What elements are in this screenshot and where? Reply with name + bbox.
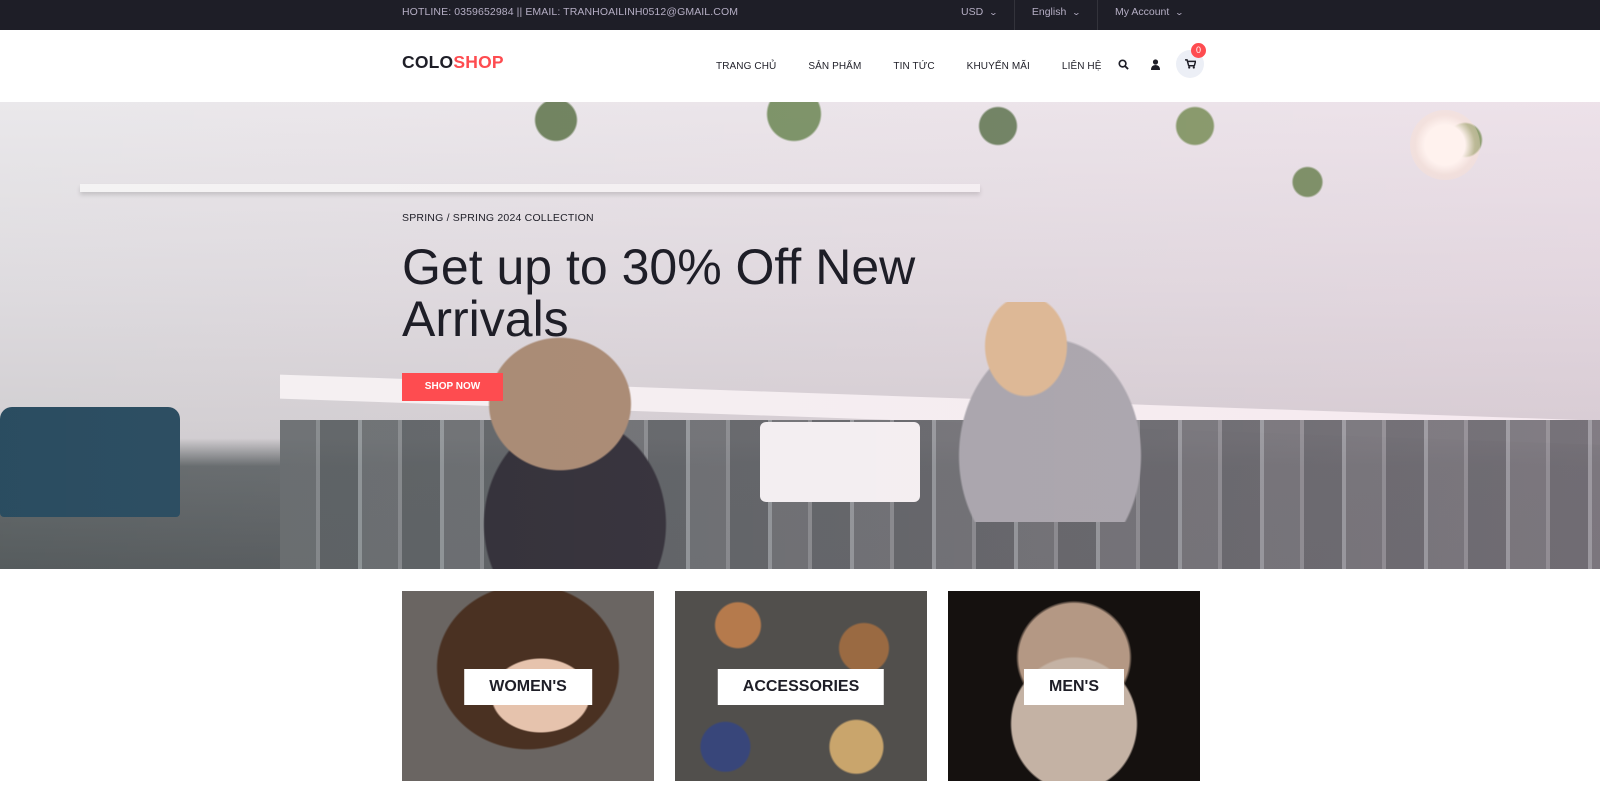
category-banners: WOMEN'S ACCESSORIES MEN'S [402,591,1200,781]
cart-icon [1184,59,1196,69]
nav-item-products[interactable]: SẢN PHẨM [808,61,861,72]
nav-item-promotions[interactable]: KHUYẾN MÃI [967,61,1030,72]
banner-womens[interactable]: WOMEN'S [402,591,654,781]
nav-item-contact[interactable]: LIÊN HỆ [1062,61,1102,72]
banner-label-mens[interactable]: MEN'S [1023,669,1125,705]
account-dropdown[interactable]: My Account ⌄ [1097,0,1200,30]
cart-button[interactable]: 0 [1176,43,1206,78]
main-header: COLOSHOP TRANG CHỦ SẢN PHẨM TIN TỨC KHUY… [0,30,1600,102]
top-bar: HOTLINE: 0359652984 || EMAIL: TRANHOAILI… [0,0,1600,30]
search-icon[interactable] [1112,51,1134,77]
language-dropdown[interactable]: English ⌄ [1013,0,1097,30]
chevron-down-icon: ⌄ [1174,8,1185,17]
logo[interactable]: COLOSHOP [402,52,504,73]
banner-label-womens[interactable]: WOMEN'S [464,669,592,705]
hero-slider: SPRING / SPRING 2024 COLLECTION Get up t… [0,102,1600,569]
user-icon[interactable] [1144,51,1166,77]
chevron-down-icon: ⌄ [1071,8,1082,17]
chevron-down-icon: ⌄ [988,8,999,17]
shop-now-button[interactable]: SHOP NOW [402,373,503,401]
logo-part-2: SHOP [453,52,504,72]
banner-accessories[interactable]: ACCESSORIES [675,591,927,781]
nav-item-home[interactable]: TRANG CHỦ [716,61,776,72]
hero-content: SPRING / SPRING 2024 COLLECTION Get up t… [402,212,922,401]
cart-count-badge: 0 [1191,43,1206,58]
logo-part-1: COLO [402,52,454,72]
top-menu: USD ⌄ English ⌄ My Account ⌄ [944,0,1200,30]
header-icons: 0 [1112,43,1214,78]
hero-subtitle: SPRING / SPRING 2024 COLLECTION [402,212,594,224]
hero-title: Get up to 30% Off New Arrivals [402,239,916,347]
main-nav: TRANG CHỦ SẢN PHẨM TIN TỨC KHUYẾN MÃI LI… [700,30,1118,102]
banner-label-accessories[interactable]: ACCESSORIES [717,669,885,705]
banner-mens[interactable]: MEN'S [948,591,1200,781]
hotline-text: HOTLINE: 0359652984 || EMAIL: TRANHOAILI… [402,6,739,18]
language-label: English [1031,6,1067,18]
nav-item-news[interactable]: TIN TỨC [893,61,934,72]
currency-dropdown[interactable]: USD ⌄ [944,0,1014,30]
account-label: My Account [1115,6,1170,18]
currency-label: USD [960,6,984,18]
